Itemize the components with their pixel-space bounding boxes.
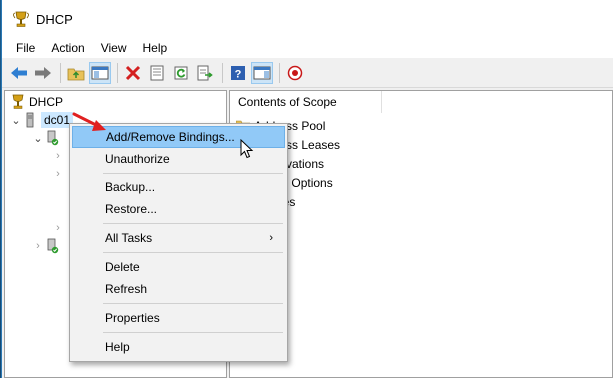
menu-item-label: Backup... xyxy=(105,180,156,194)
tree-label-dhcp: DHCP xyxy=(29,95,64,109)
server-icon xyxy=(26,112,34,128)
tree-item-ipv6[interactable]: › xyxy=(31,236,63,256)
mouse-cursor-icon xyxy=(240,139,254,159)
menu-item-properties[interactable]: Properties xyxy=(72,307,285,329)
up-folder-icon xyxy=(67,68,85,80)
svg-text:?: ? xyxy=(235,68,242,80)
dhcp-window: DHCP File Action View Help ? DHCP ⌄ dc01… xyxy=(1,0,613,378)
menu-separator xyxy=(103,332,283,333)
refresh-icon xyxy=(174,66,188,79)
stop-icon xyxy=(287,65,303,80)
context-menu: Add/Remove Bindings... Unauthorize Backu… xyxy=(69,123,288,362)
chevron-right-icon[interactable]: › xyxy=(31,240,45,252)
menu-action[interactable]: Action xyxy=(43,41,92,55)
chevron-right-icon[interactable]: › xyxy=(51,150,65,162)
show-action-pane-button[interactable] xyxy=(251,61,273,84)
title-bar: DHCP xyxy=(2,0,613,38)
toolbar-separator xyxy=(60,62,61,83)
menu-item-refresh[interactable]: Refresh xyxy=(72,278,285,300)
export-list-button[interactable] xyxy=(194,62,216,84)
export-list-icon xyxy=(197,65,213,80)
forward-icon xyxy=(35,66,51,79)
back-button[interactable] xyxy=(8,62,30,84)
toolbar-separator xyxy=(117,62,118,83)
menu-item-label: Unauthorize xyxy=(105,152,170,166)
chevron-right-icon[interactable]: › xyxy=(51,222,65,234)
submenu-arrow-icon: › xyxy=(269,232,273,244)
help-button[interactable]: ? xyxy=(227,62,249,84)
tree-item-collapsed-1[interactable]: › xyxy=(51,146,65,166)
menu-item-label: All Tasks xyxy=(105,231,153,245)
menu-item-backup[interactable]: Backup... xyxy=(72,176,285,198)
menu-file[interactable]: File xyxy=(8,41,43,55)
chevron-right-icon[interactable]: › xyxy=(51,168,65,180)
delete-button[interactable] xyxy=(122,62,144,84)
ipv6-node-icon xyxy=(47,238,59,254)
menu-separator xyxy=(103,252,283,253)
menu-view[interactable]: View xyxy=(93,41,135,55)
toolbar-separator xyxy=(222,62,223,83)
toolbar: ? xyxy=(2,58,613,88)
show-action-pane-icon xyxy=(253,66,271,79)
dhcp-root-icon xyxy=(12,94,24,109)
properties-icon xyxy=(150,65,164,80)
tree-item-dhcp-root[interactable]: DHCP xyxy=(11,92,63,112)
menu-help[interactable]: Help xyxy=(135,41,176,55)
menu-item-help[interactable]: Help xyxy=(72,336,285,358)
menu-item-restore[interactable]: Restore... xyxy=(72,198,285,220)
column-header-contents[interactable]: Contents of Scope xyxy=(230,91,382,113)
tree-item-collapsed-3[interactable]: › xyxy=(51,218,65,238)
help-icon: ? xyxy=(231,65,245,80)
menu-item-label: Add/Remove Bindings... xyxy=(106,130,235,144)
tree-item-collapsed-2[interactable]: › xyxy=(51,164,65,184)
tree-item-ipv4[interactable]: ⌄ xyxy=(31,128,63,148)
menu-item-label: Refresh xyxy=(105,282,148,296)
properties-button[interactable] xyxy=(146,62,168,84)
up-one-level-button[interactable] xyxy=(65,62,87,84)
menu-bar: File Action View Help xyxy=(2,38,613,58)
menu-item-label: Properties xyxy=(105,311,160,325)
delete-icon xyxy=(125,65,141,80)
menu-separator xyxy=(103,173,283,174)
toolbar-separator xyxy=(279,62,280,83)
menu-item-label: Help xyxy=(105,340,130,354)
show-hide-tree-icon xyxy=(91,66,109,79)
menu-item-label: Restore... xyxy=(105,202,158,216)
menu-separator xyxy=(103,303,283,304)
back-icon xyxy=(11,66,27,79)
chevron-down-icon[interactable]: ⌄ xyxy=(9,114,23,127)
refresh-button[interactable] xyxy=(170,62,192,84)
stop-service-button[interactable] xyxy=(284,62,306,84)
menu-item-delete[interactable]: Delete xyxy=(72,256,285,278)
forward-button[interactable] xyxy=(32,62,54,84)
window-title: DHCP xyxy=(36,11,73,27)
chevron-down-icon[interactable]: ⌄ xyxy=(31,132,45,145)
annotation-arrow-icon xyxy=(72,112,106,131)
tree-item-dc01[interactable]: ⌄ dc01 xyxy=(9,110,74,130)
dhcp-app-icon xyxy=(13,11,29,27)
show-hide-console-tree-button[interactable] xyxy=(89,61,111,84)
menu-item-all-tasks[interactable]: All Tasks › xyxy=(72,227,285,249)
ipv4-node-icon xyxy=(47,130,59,146)
menu-item-label: Delete xyxy=(105,260,140,274)
menu-separator xyxy=(103,223,283,224)
